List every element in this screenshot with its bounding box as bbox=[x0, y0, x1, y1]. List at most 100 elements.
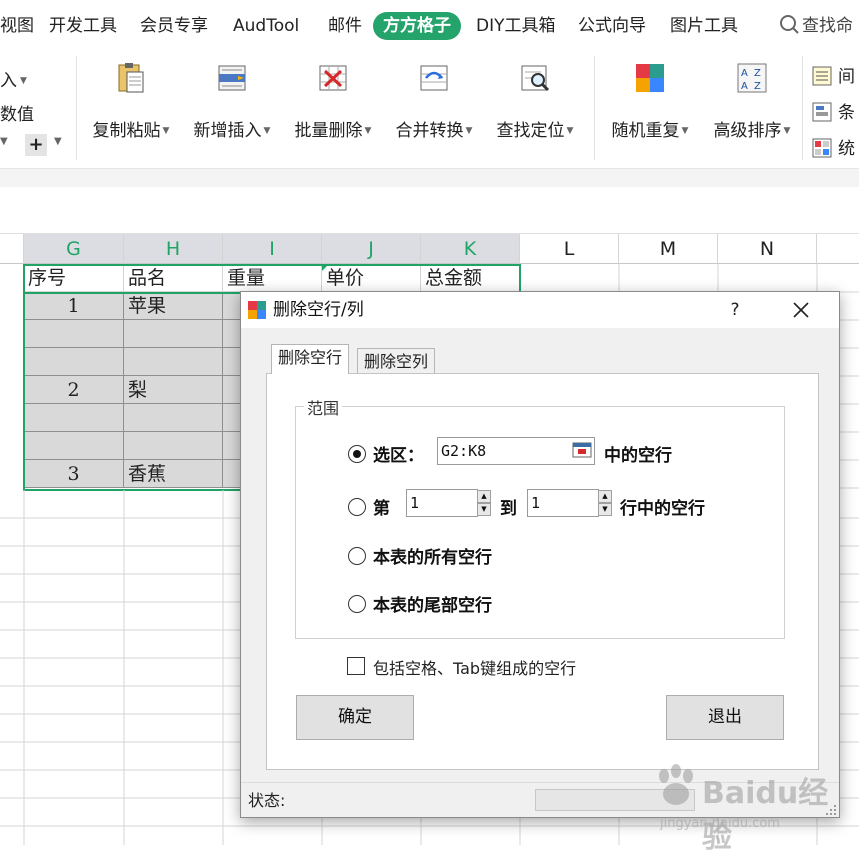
command-search[interactable]: 查找命 bbox=[802, 12, 853, 40]
radio-tail-empty-rows[interactable] bbox=[348, 595, 366, 613]
advanced-sort-button[interactable]: A Z A Z 高级排序 ▼ bbox=[708, 58, 796, 148]
cell-header-weight[interactable]: 重量 bbox=[223, 264, 322, 292]
row-from-spinner[interactable]: ▲ ▼ bbox=[477, 490, 491, 516]
row-from-field[interactable]: 1 bbox=[406, 489, 478, 517]
radio-all-empty-rows[interactable] bbox=[348, 547, 366, 565]
cell-name[interactable]: 香蕉 bbox=[124, 460, 223, 488]
find-locate-button[interactable]: 查找定位 ▼ bbox=[491, 58, 579, 148]
option-all-label: 本表的所有空行 bbox=[373, 548, 492, 568]
column-header-i[interactable]: I bbox=[223, 234, 322, 264]
radio-row-range[interactable] bbox=[348, 498, 366, 516]
rows-prefix-label: 第 bbox=[373, 499, 390, 519]
dialog-titlebar[interactable]: 删除空行/列 ? bbox=[241, 292, 839, 328]
row-to-field[interactable]: 1 bbox=[527, 489, 599, 517]
cell-seq[interactable]: 2 bbox=[24, 376, 124, 404]
selection-range-field[interactable]: G2:K8 bbox=[437, 437, 595, 465]
cell-name[interactable] bbox=[124, 348, 223, 376]
search-icon[interactable] bbox=[778, 12, 800, 38]
cell-seq[interactable] bbox=[24, 348, 124, 376]
status-label: 状态: bbox=[248, 791, 286, 810]
cell-header-price[interactable]: 单价 bbox=[322, 264, 421, 292]
random-repeat-icon bbox=[636, 64, 664, 92]
insert-icon bbox=[218, 65, 246, 91]
spin-up-icon[interactable]: ▲ bbox=[477, 490, 491, 503]
plus-icon[interactable]: + bbox=[25, 134, 47, 156]
ribbon-small-button-1[interactable]: 间 bbox=[812, 62, 855, 87]
svg-text:A: A bbox=[741, 68, 748, 79]
tab-mail[interactable]: 邮件 bbox=[328, 12, 362, 40]
include-blank-checkbox[interactable] bbox=[347, 657, 365, 675]
tab-picture-tools[interactable]: 图片工具 bbox=[670, 12, 738, 40]
cell-name[interactable]: 苹果 bbox=[124, 292, 223, 320]
svg-text:Z: Z bbox=[754, 68, 761, 79]
ribbon-fragment-value[interactable]: 数值 bbox=[0, 100, 34, 125]
ribbon-small-button-3[interactable]: 统 bbox=[812, 134, 855, 159]
exit-button[interactable]: 退出 bbox=[666, 695, 784, 740]
row-to-spinner[interactable]: ▲ ▼ bbox=[598, 490, 612, 516]
random-repeat-button[interactable]: 随机重复 ▼ bbox=[606, 58, 694, 148]
comment-marker-icon bbox=[322, 264, 329, 271]
cell-seq[interactable] bbox=[24, 432, 124, 460]
dropdown-arrow-icon: ▼ bbox=[162, 126, 170, 136]
dropdown-arrow-icon[interactable]: ▼ bbox=[54, 136, 62, 147]
tab-developer[interactable]: 开发工具 bbox=[49, 12, 117, 40]
cell-seq[interactable]: 1 bbox=[24, 292, 124, 320]
merge-convert-button[interactable]: 合并转换 ▼ bbox=[390, 58, 478, 148]
advanced-sort-icon: A Z A Z bbox=[737, 63, 767, 93]
cell-seq[interactable] bbox=[24, 404, 124, 432]
column-header-l[interactable]: L bbox=[520, 234, 619, 264]
help-button[interactable]: ? bbox=[725, 292, 745, 328]
merge-convert-icon bbox=[420, 65, 448, 91]
spin-down-icon[interactable]: ▼ bbox=[477, 503, 491, 516]
dropdown-arrow-icon: ▼ bbox=[566, 126, 574, 136]
ribbon-small-button-2[interactable]: 条 bbox=[812, 98, 855, 123]
range-picker-icon[interactable] bbox=[572, 441, 592, 459]
cell-name[interactable] bbox=[124, 432, 223, 460]
copy-paste-button[interactable]: 复制粘贴 ▼ bbox=[88, 58, 174, 148]
paw-icon bbox=[659, 764, 693, 805]
ok-button[interactable]: 确定 bbox=[296, 695, 414, 740]
ribbon-tab-bar: 视图 开发工具 会员专享 AudTool 邮件 方方格子 DIY工具箱 公式向导… bbox=[0, 0, 859, 50]
tab-diy-toolbox[interactable]: DIY工具箱 bbox=[476, 12, 556, 40]
cell-name[interactable]: 梨 bbox=[124, 376, 223, 404]
tab-member[interactable]: 会员专享 bbox=[140, 12, 208, 40]
tab-formula-wizard[interactable]: 公式向导 bbox=[578, 12, 646, 40]
cell-name[interactable] bbox=[124, 404, 223, 432]
ribbon-separator bbox=[802, 56, 803, 160]
spin-down-icon[interactable]: ▼ bbox=[598, 503, 612, 516]
column-header-h[interactable]: H bbox=[124, 234, 223, 264]
ribbon-separator bbox=[76, 56, 77, 160]
dropdown-arrow-icon: ▼ bbox=[465, 126, 473, 136]
tab-delete-empty-rows[interactable]: 删除空行 bbox=[271, 344, 350, 374]
include-blank-label: 包括空格、Tab键组成的空行 bbox=[373, 659, 577, 678]
ribbon-fragment-insert[interactable]: 入 ▼ bbox=[0, 66, 27, 91]
cell-header-total[interactable]: 总金额 bbox=[421, 264, 520, 292]
tab-view[interactable]: 视图 bbox=[0, 12, 34, 40]
column-header-j[interactable]: J bbox=[322, 234, 421, 264]
dropdown-arrow-icon: ▼ bbox=[364, 126, 372, 136]
batch-delete-icon bbox=[319, 65, 347, 91]
dropdown-arrow-icon[interactable]: ▼ bbox=[0, 136, 8, 147]
row-to-label: 到 bbox=[500, 499, 517, 519]
cell-seq[interactable] bbox=[24, 320, 124, 348]
radio-selection[interactable] bbox=[348, 445, 366, 463]
cell-seq[interactable]: 3 bbox=[24, 460, 124, 488]
ribbon-separator bbox=[594, 56, 595, 160]
cell-header-name[interactable]: 品名 bbox=[124, 264, 223, 292]
condition-icon bbox=[812, 102, 832, 122]
cell-name[interactable] bbox=[124, 320, 223, 348]
tab-delete-empty-columns[interactable]: 删除空列 bbox=[357, 348, 436, 374]
column-header-g[interactable]: G bbox=[24, 234, 124, 264]
cell-header-seq[interactable]: 序号 bbox=[24, 264, 124, 292]
column-header-m[interactable]: M bbox=[619, 234, 718, 264]
insert-button[interactable]: 新增插入 ▼ bbox=[188, 58, 276, 148]
tab-audtool[interactable]: AudTool bbox=[233, 12, 299, 40]
column-header-next[interactable] bbox=[817, 234, 859, 264]
tab-fangfang-gezi[interactable]: 方方格子 bbox=[373, 12, 461, 40]
batch-delete-button[interactable]: 批量删除 ▼ bbox=[289, 58, 377, 148]
spin-up-icon[interactable]: ▲ bbox=[598, 490, 612, 503]
formula-bar-area[interactable] bbox=[0, 187, 859, 234]
column-header-n[interactable]: N bbox=[718, 234, 817, 264]
close-icon[interactable] bbox=[791, 300, 811, 320]
column-header-k[interactable]: K bbox=[421, 234, 520, 264]
